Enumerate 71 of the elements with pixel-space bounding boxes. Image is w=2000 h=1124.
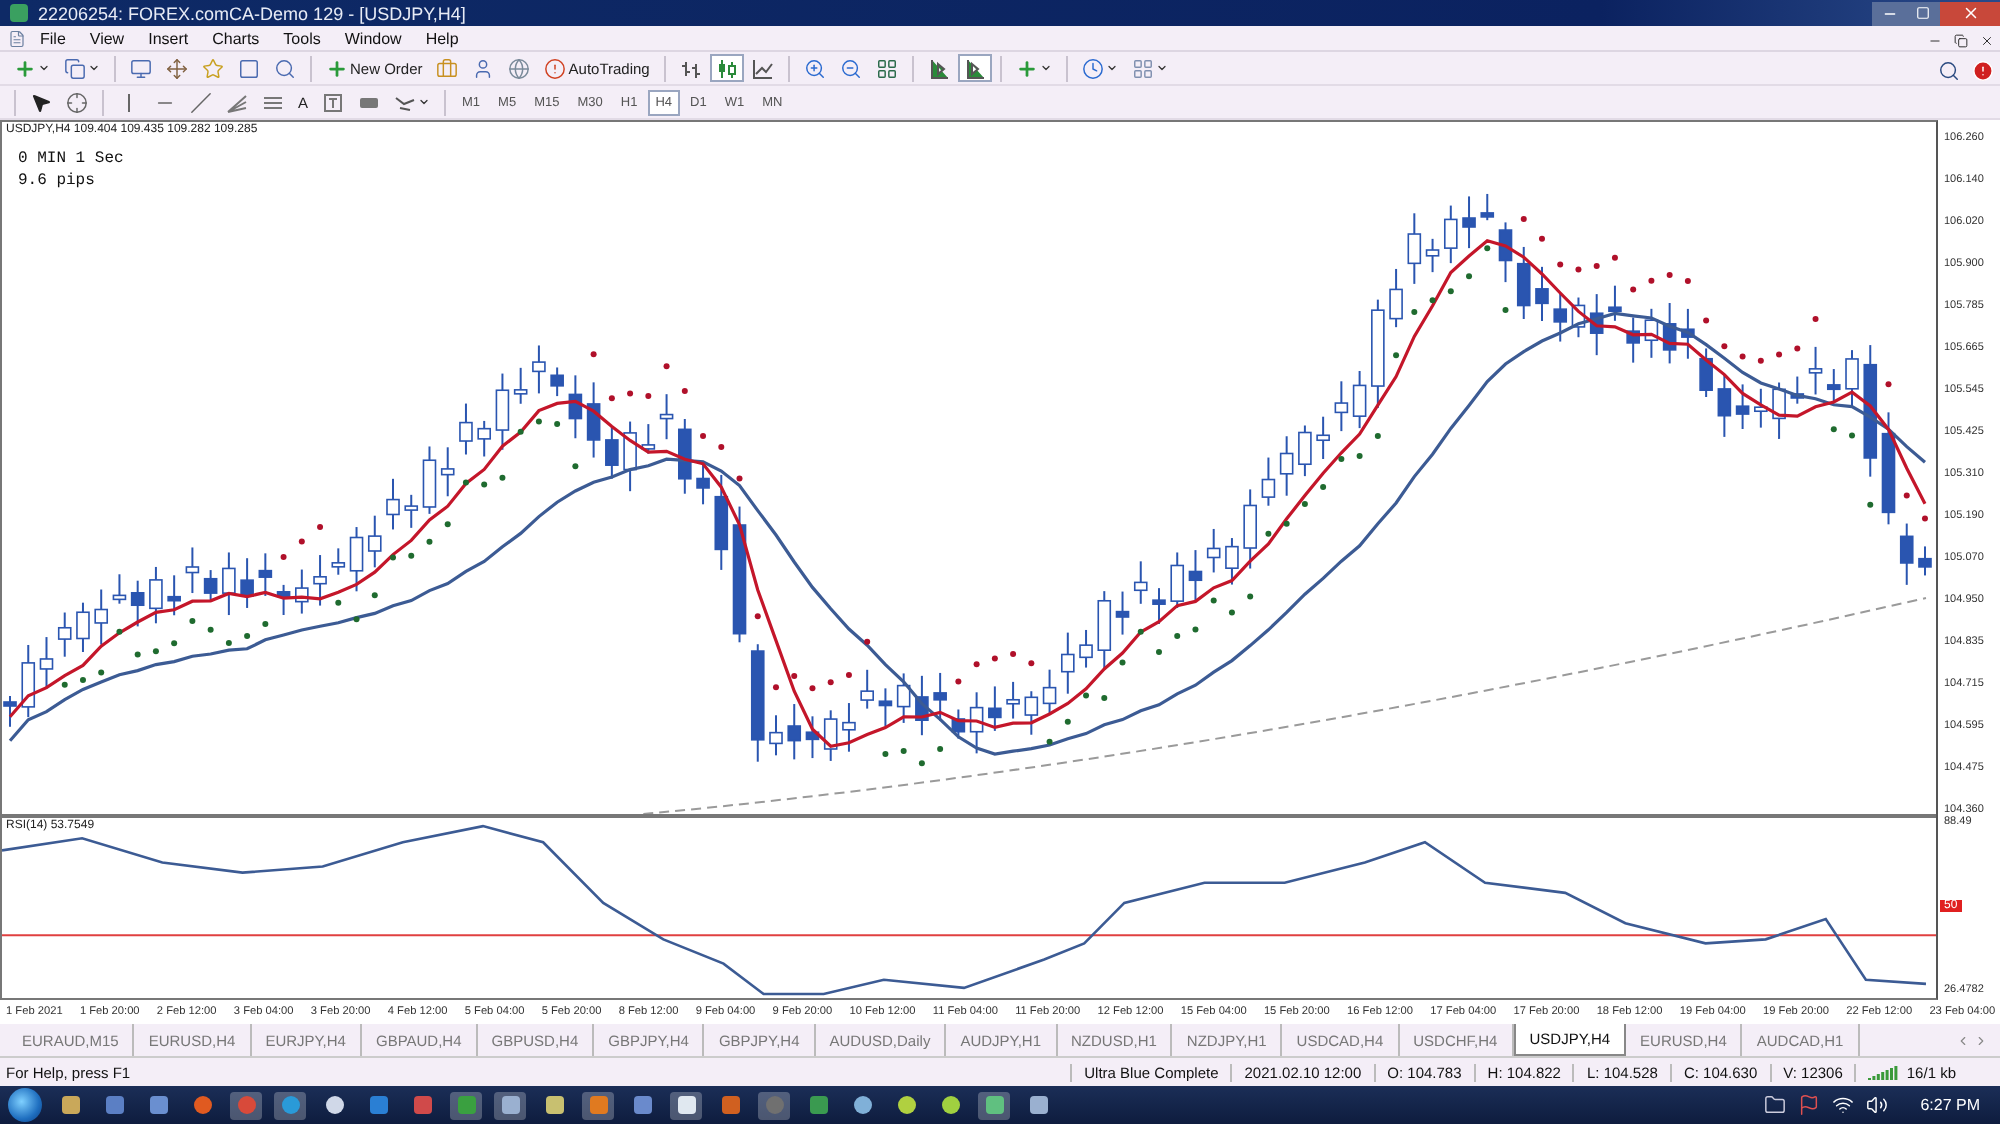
square-icon <box>238 57 260 79</box>
caret-icon <box>1039 62 1052 74</box>
autoscroll-icon <box>963 57 986 79</box>
zoom-out-icon <box>839 57 862 79</box>
menu-item[interactable]: Window <box>334 29 412 47</box>
fan-icon <box>226 91 248 113</box>
maximize-button[interactable] <box>1906 1 1940 25</box>
windows-icon <box>64 57 86 79</box>
shapes-icon <box>394 91 417 113</box>
template-icon <box>1131 57 1154 79</box>
menu-item[interactable]: Charts <box>202 29 270 47</box>
globe-icon <box>508 57 531 79</box>
app-logo-icon <box>8 2 30 24</box>
scroll-right-icon[interactable] <box>1974 1033 1988 1047</box>
clock-icon <box>1081 57 1104 79</box>
maximize-icon <box>1916 6 1930 20</box>
line-chart-icon <box>751 57 774 79</box>
network-icon <box>1832 1094 1855 1116</box>
minimize-button[interactable] <box>1872 1 1906 25</box>
clock-text: 6:27 PM <box>1920 1096 1980 1114</box>
start-button[interactable] <box>8 1088 42 1122</box>
candlestick-button[interactable] <box>709 54 744 82</box>
window-title: 22206254: FOREX.comCA-Demo 129 - [USDJPY,H4] <box>38 3 466 23</box>
label-icon <box>322 91 345 113</box>
plus-icon <box>14 57 36 79</box>
close-icon <box>1961 4 1979 22</box>
taskbar-app[interactable] <box>582 1091 614 1119</box>
candles-icon <box>715 57 738 79</box>
bars-icon <box>679 57 702 79</box>
restore-icon <box>1954 33 1968 47</box>
caret-icon <box>88 62 100 74</box>
caret-icon <box>1105 62 1118 74</box>
chart-shift-icon <box>927 57 950 79</box>
star-icon <box>202 57 224 79</box>
taskbar-app[interactable] <box>978 1091 1010 1119</box>
scroll-left-icon[interactable] <box>1956 1033 1970 1047</box>
info-text: 9.6 pips <box>18 172 97 190</box>
menu-item[interactable]: View <box>79 29 135 47</box>
cursor-icon <box>30 91 52 113</box>
taskbar-app[interactable] <box>494 1091 526 1119</box>
autoscroll-button[interactable] <box>957 54 992 82</box>
flag-icon <box>1798 1094 1821 1116</box>
close-button[interactable] <box>1940 1 2000 25</box>
document-icon <box>8 29 26 47</box>
close-icon <box>1980 33 1994 47</box>
menu-item[interactable]: Insert <box>138 29 199 47</box>
plus-icon <box>1015 57 1038 79</box>
folder-icon <box>1764 1094 1787 1116</box>
briefcase-icon <box>436 57 459 79</box>
grid-icon <box>875 57 898 79</box>
plus-icon <box>326 57 348 79</box>
menu-item[interactable]: Help <box>415 29 469 47</box>
lines-icon <box>262 91 284 113</box>
user-icon <box>472 57 495 79</box>
taskbar-app[interactable] <box>670 1091 702 1119</box>
menu-item[interactable]: File <box>30 29 76 47</box>
search-icon <box>274 57 296 79</box>
monitor-icon <box>130 57 152 79</box>
caret-icon <box>38 62 50 74</box>
caret-icon <box>1155 62 1168 74</box>
move-icon <box>166 57 188 79</box>
menu-item[interactable]: Tools <box>273 29 331 47</box>
zoom-in-icon <box>803 57 826 79</box>
search-icon <box>1938 59 1960 81</box>
speaker-icon <box>1866 1094 1889 1116</box>
caret-icon <box>418 96 431 108</box>
info-text: 0 MIN 1 Sec <box>18 150 124 168</box>
trendline-icon <box>190 91 212 113</box>
alert-icon <box>1972 59 1994 81</box>
crosshair-icon <box>66 91 88 113</box>
connection-bars-icon <box>1868 1064 1901 1080</box>
